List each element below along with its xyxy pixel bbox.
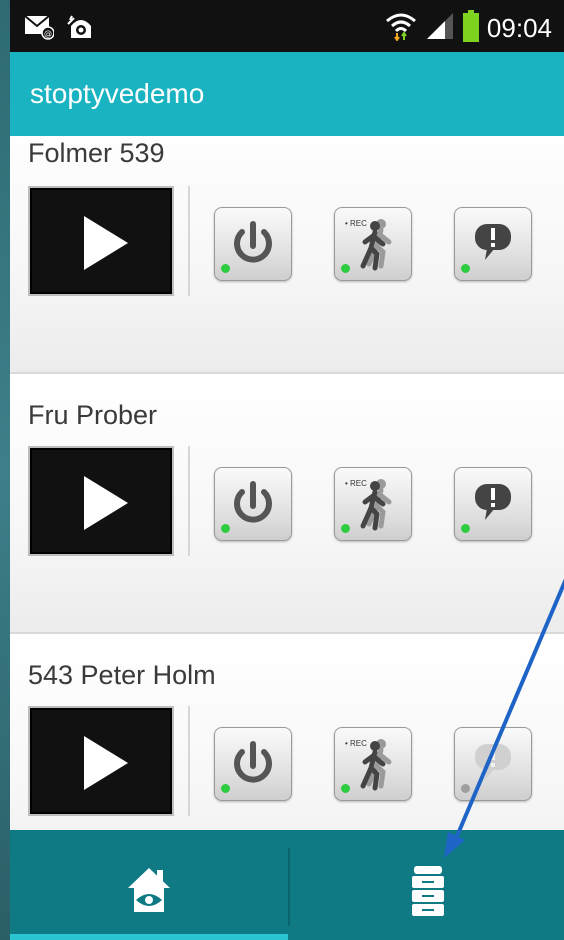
status-led — [341, 264, 350, 273]
status-led — [341, 524, 350, 533]
svg-text:• REC: • REC — [345, 479, 367, 488]
divider — [188, 186, 190, 296]
status-led — [461, 784, 470, 793]
status-led — [461, 264, 470, 273]
active-tab-indicator — [10, 934, 288, 940]
svg-text:• REC: • REC — [345, 739, 367, 748]
power-button[interactable] — [214, 727, 292, 801]
motion-record-button[interactable]: • REC — [334, 727, 412, 801]
device-name: Folmer 539 — [28, 138, 165, 168]
device-card[interactable]: Folmer 539 • REC — [10, 136, 564, 374]
play-icon — [84, 736, 128, 790]
alert-button[interactable] — [454, 727, 532, 801]
alert-button[interactable] — [454, 207, 532, 281]
battery-icon — [462, 10, 479, 47]
play-icon — [84, 476, 128, 530]
home-eye-icon — [128, 868, 170, 912]
signal-icon — [425, 11, 455, 46]
app-bar: stoptyvedemo — [10, 52, 564, 136]
status-led — [221, 264, 230, 273]
svg-text:@: @ — [44, 29, 52, 38]
play-icon — [84, 216, 128, 270]
status-led — [461, 524, 470, 533]
nav-home-button[interactable] — [10, 830, 288, 940]
device-name: 543 Peter Holm — [28, 660, 216, 690]
video-play-button[interactable] — [28, 186, 174, 296]
nav-devices-button[interactable] — [292, 830, 564, 940]
app-title: stoptyvedemo — [30, 78, 205, 109]
status-led — [221, 784, 230, 793]
svg-text:• REC: • REC — [345, 219, 367, 228]
status-bar: @ 09:04 — [10, 0, 564, 52]
nav-divider — [288, 848, 290, 926]
device-card[interactable]: 543 Peter Holm • REC — [10, 634, 564, 830]
device-card[interactable]: Fru Prober • REC — [10, 374, 564, 634]
mail-icon: @ — [24, 12, 55, 47]
motion-record-button[interactable]: • REC — [334, 207, 412, 281]
status-led — [341, 784, 350, 793]
power-button[interactable] — [214, 467, 292, 541]
motion-record-button[interactable]: • REC — [334, 467, 412, 541]
status-led — [221, 524, 230, 533]
phone-screen: @ 09:04 stoptyvedemo Folmer 539 • REC Fr… — [10, 0, 564, 940]
device-name: Fru Prober — [28, 400, 158, 430]
camera-notification-icon — [66, 12, 96, 47]
power-button[interactable] — [214, 207, 292, 281]
bottom-nav — [10, 830, 564, 940]
video-play-button[interactable] — [28, 446, 174, 556]
device-list[interactable]: Folmer 539 • REC Fru Prober • REC 543 Pe… — [10, 136, 564, 830]
status-time: 09:04 — [486, 13, 552, 43]
wifi-icon — [385, 11, 417, 46]
divider — [188, 446, 190, 556]
video-play-button[interactable] — [28, 706, 174, 816]
device-list-icon — [412, 866, 444, 916]
alert-button[interactable] — [454, 467, 532, 541]
divider — [188, 706, 190, 816]
